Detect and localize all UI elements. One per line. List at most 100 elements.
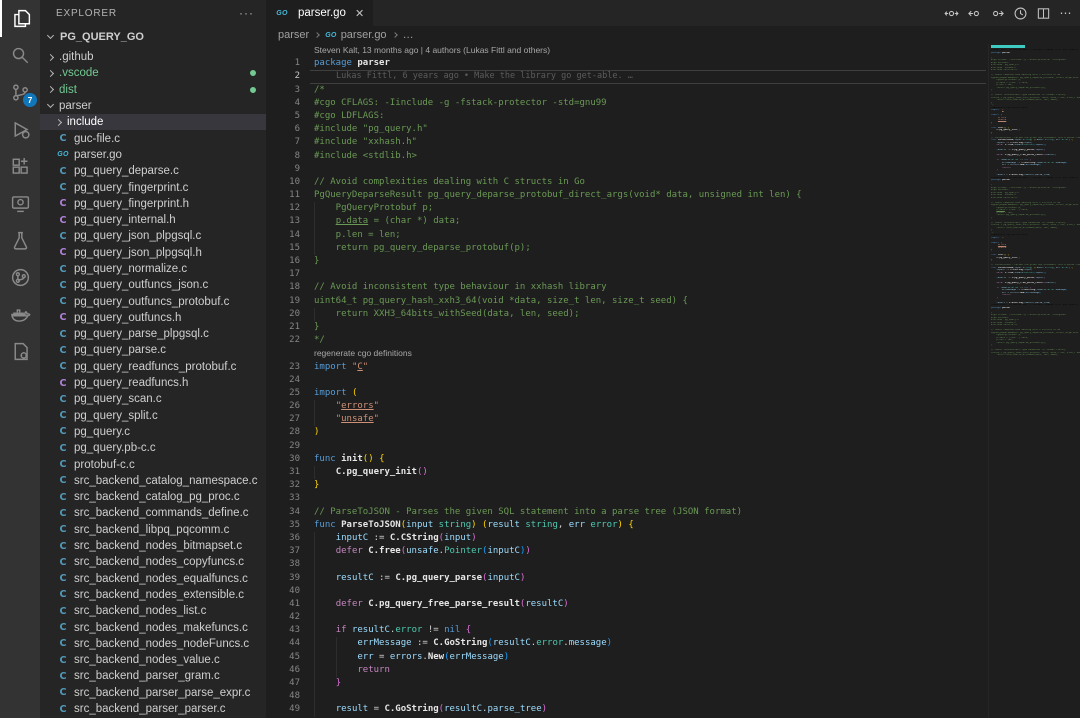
line-number[interactable]: 44 xyxy=(266,637,300,650)
tree-file-pg-query-json-plpgsql.h[interactable]: Cpg_query_json_plpgsql.h xyxy=(40,245,266,261)
tree-file-src-backend-catalog-pg-proc.c[interactable]: Csrc_backend_catalog_pg_proc.c xyxy=(40,489,266,505)
line-number[interactable]: 12 xyxy=(266,202,300,215)
tree-file-pg-query-outfuncs-json.c[interactable]: Cpg_query_outfuncs_json.c xyxy=(40,277,266,293)
tree-file-pg-query-fingerprint.h[interactable]: Cpg_query_fingerprint.h xyxy=(40,196,266,212)
line-number[interactable]: 45 xyxy=(266,651,300,664)
code-lens[interactable]: regenerate cgo definitions xyxy=(266,347,986,360)
tree-file-pg-query-internal.h[interactable]: Cpg_query_internal.h xyxy=(40,212,266,228)
code-line[interactable]: 40 xyxy=(266,585,986,598)
code-line[interactable]: 23import "C" xyxy=(266,361,986,374)
code-line[interactable]: 4#cgo CFLAGS: -Iinclude -g -fstack-prote… xyxy=(266,97,986,110)
line-number[interactable]: 8 xyxy=(266,150,300,163)
tree-file-src-backend-nodes-copyfuncs.c[interactable]: Csrc_backend_nodes_copyfuncs.c xyxy=(40,554,266,570)
codegen-icon[interactable] xyxy=(0,333,40,370)
extensions-icon[interactable] xyxy=(0,148,40,185)
line-number[interactable]: 30 xyxy=(266,453,300,466)
minimap[interactable]: Steven Kalt, 13 months ago | 4 authors (… xyxy=(988,44,1080,718)
line-number[interactable]: 6 xyxy=(266,123,300,136)
code-line[interactable]: 38 xyxy=(266,558,986,571)
code-line[interactable]: 16} xyxy=(266,255,986,268)
tree-file-pg-query-scan.c[interactable]: Cpg_query_scan.c xyxy=(40,391,266,407)
gitlens-icon[interactable] xyxy=(0,259,40,296)
explorer-more-actions-icon[interactable]: ··· xyxy=(239,6,254,20)
line-number[interactable]: 26 xyxy=(266,400,300,413)
code-line[interactable]: 5#cgo LDFLAGS: xyxy=(266,110,986,123)
line-number[interactable]: 34 xyxy=(266,506,300,519)
code-line[interactable]: 3/* xyxy=(266,84,986,97)
tree-folder-include[interactable]: include xyxy=(40,114,266,130)
tree-file-pg-query.pb-c.c[interactable]: Cpg_query.pb-c.c xyxy=(40,440,266,456)
tree-file-src-backend-commands-define.c[interactable]: Csrc_backend_commands_define.c xyxy=(40,505,266,521)
tree-file-pg-query.c[interactable]: Cpg_query.c xyxy=(40,424,266,440)
code-line[interactable]: 49 result = C.GoString(resultC.parse_tre… xyxy=(266,703,986,716)
line-number[interactable]: 2 xyxy=(266,70,300,83)
tree-file-src-backend-nodes-value.c[interactable]: Csrc_backend_nodes_value.c xyxy=(40,652,266,668)
line-number[interactable]: 9 xyxy=(266,163,300,176)
line-number[interactable]: 36 xyxy=(266,532,300,545)
code-line[interactable]: 34// ParseToJSON - Parses the given SQL … xyxy=(266,506,986,519)
tree-file-protobuf-c.c[interactable]: Cprotobuf-c.c xyxy=(40,456,266,472)
line-number[interactable]: 23 xyxy=(266,361,300,374)
line-number[interactable]: 49 xyxy=(266,703,300,716)
line-number[interactable]: 29 xyxy=(266,440,300,453)
line-number[interactable]: 31 xyxy=(266,466,300,479)
line-number[interactable]: 21 xyxy=(266,321,300,334)
code-line[interactable]: 20 return XXH3_64bits_withSeed(data, len… xyxy=(266,308,986,321)
code-line[interactable]: 10// Avoid complexities dealing with C s… xyxy=(266,176,986,189)
code-line[interactable]: 19uint64_t pg_query_hash_xxh3_64(void *d… xyxy=(266,295,986,308)
code-line[interactable]: 48 xyxy=(266,690,986,703)
code-line[interactable]: 25import ( xyxy=(266,387,986,400)
line-number[interactable]: 48 xyxy=(266,690,300,703)
code-line[interactable]: 44 errMessage := C.GoString(resultC.erro… xyxy=(266,637,986,650)
code-line[interactable]: 22*/ xyxy=(266,334,986,347)
tree-file-pg-query-readfuncs.h[interactable]: Cpg_query_readfuncs.h xyxy=(40,375,266,391)
line-number[interactable]: 11 xyxy=(266,189,300,202)
line-number[interactable]: 5 xyxy=(266,110,300,123)
close-tab-icon[interactable]: ✕ xyxy=(355,7,364,20)
code-line[interactable]: 8#include <stdlib.h> xyxy=(266,150,986,163)
code-line[interactable]: 9 xyxy=(266,163,986,176)
line-number[interactable]: 46 xyxy=(266,664,300,677)
code-lens[interactable]: Steven Kalt, 13 months ago | 4 authors (… xyxy=(266,44,986,57)
tree-file-src-backend-parser-gram.c[interactable]: Csrc_backend_parser_gram.c xyxy=(40,668,266,684)
line-number[interactable]: 24 xyxy=(266,374,300,387)
tree-folder-.vscode[interactable]: .vscode xyxy=(40,65,266,81)
tree-file-pg-query-readfuncs-protobuf.c[interactable]: Cpg_query_readfuncs_protobuf.c xyxy=(40,359,266,375)
source-control-icon[interactable]: 7 xyxy=(0,74,40,111)
tree-folder-parser[interactable]: parser xyxy=(40,98,266,114)
tree-file-src-backend-nodes-equalfuncs.c[interactable]: Csrc_backend_nodes_equalfuncs.c xyxy=(40,571,266,587)
code-line[interactable]: 47 } xyxy=(266,677,986,690)
breadcrumb-file[interactable]: parser.go xyxy=(341,29,387,41)
tree-file-src-backend-parser-parse-expr.c[interactable]: Csrc_backend_parser_parse_expr.c xyxy=(40,685,266,701)
tree-file-parser.go[interactable]: GOparser.go xyxy=(40,147,266,163)
line-number[interactable]: 17 xyxy=(266,268,300,281)
line-number[interactable]: 39 xyxy=(266,572,300,585)
line-number[interactable]: 20 xyxy=(266,308,300,321)
breadcrumb-folder[interactable]: parser xyxy=(278,29,309,41)
tree-file-src-backend-nodes-extensible.c[interactable]: Csrc_backend_nodes_extensible.c xyxy=(40,587,266,603)
line-number[interactable]: 27 xyxy=(266,413,300,426)
line-number[interactable]: 13 xyxy=(266,215,300,228)
code-line[interactable]: 11PgQueryDeparseResult pg_query_deparse_… xyxy=(266,189,986,202)
code-line[interactable]: 1package parser xyxy=(266,57,986,70)
tree-file-pg-query-outfuncs-protobuf.c[interactable]: Cpg_query_outfuncs_protobuf.c xyxy=(40,293,266,309)
code-line[interactable]: 27 "unsafe" xyxy=(266,413,986,426)
code-line[interactable]: 6#include "pg_query.h" xyxy=(266,123,986,136)
tree-file-src-backend-nodes-list.c[interactable]: Csrc_backend_nodes_list.c xyxy=(40,603,266,619)
line-number[interactable]: 3 xyxy=(266,84,300,97)
line-number[interactable]: 37 xyxy=(266,545,300,558)
tree-file-src-backend-nodes-bitmapset.c[interactable]: Csrc_backend_nodes_bitmapset.c xyxy=(40,538,266,554)
code-line[interactable]: 21} xyxy=(266,321,986,334)
code-line[interactable]: 33 xyxy=(266,492,986,505)
next-change-icon[interactable] xyxy=(989,5,1005,21)
line-number[interactable]: 43 xyxy=(266,624,300,637)
line-number[interactable]: 33 xyxy=(266,492,300,505)
breadcrumb-symbol[interactable]: … xyxy=(403,29,414,41)
tree-file-guc-file.c[interactable]: Cguc-file.c xyxy=(40,130,266,146)
line-number[interactable]: 28 xyxy=(266,426,300,439)
line-number[interactable]: 19 xyxy=(266,295,300,308)
tree-file-pg-query-parse-plpgsql.c[interactable]: Cpg_query_parse_plpgsql.c xyxy=(40,326,266,342)
remote-explorer-icon[interactable] xyxy=(0,185,40,222)
code-line[interactable]: 13 p.data = (char *) data; xyxy=(266,215,986,228)
docker-icon[interactable] xyxy=(0,296,40,333)
